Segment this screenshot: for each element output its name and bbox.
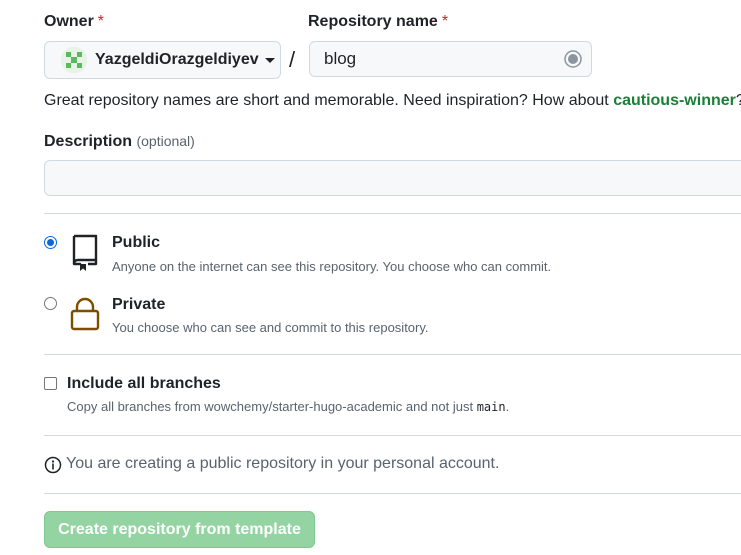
branches-desc-suffix: . [505,399,510,414]
repo-name-hint: Great repository names are short and mem… [44,92,741,110]
info-icon [44,456,62,479]
avatar [61,47,87,73]
lock-icon [69,297,101,336]
owner-required-mark: * [97,13,105,30]
password-manager-icon[interactable] [564,50,582,68]
owner-repo-separator: / [289,47,296,72]
owner-name: YazgeldiOrazgeldiyev [95,51,259,68]
description-optional-note: (optional) [136,133,195,149]
create-repository-button[interactable]: Create repository from template [44,511,315,548]
chevron-down-icon [264,57,275,63]
visibility-info-text: You are creating a public repository in … [66,455,500,472]
identicon-icon [61,47,87,73]
public-radio[interactable] [44,236,57,249]
repo-icon [70,234,100,277]
divider [44,213,741,214]
repo-name-label-text: Repository name [308,13,438,30]
repo-name-input[interactable] [309,41,592,77]
hint-end: ? [736,92,741,109]
include-branches-checkbox[interactable] [44,377,57,390]
owner-label: Owner * [44,13,104,31]
repo-name-required-mark: * [441,13,449,30]
owner-label-text: Owner [44,13,94,30]
public-description: Anyone on the internet can see this repo… [112,259,552,274]
divider [44,435,741,436]
default-branch-code: main [476,400,506,414]
branches-desc-prefix: Copy all branches from wowchemy/starter-… [67,399,477,414]
include-branches-label[interactable]: Include all branches [67,375,221,393]
divider [44,354,741,355]
hint-text: Great repository names are short and mem… [44,92,614,109]
repo-name-label: Repository name * [308,13,448,31]
public-title[interactable]: Public [112,234,160,252]
description-input[interactable] [44,160,741,196]
divider [44,493,741,494]
private-description: You choose who can see and commit to thi… [112,320,429,335]
private-title[interactable]: Private [112,296,165,314]
name-suggestion-link[interactable]: cautious-winner [613,92,736,109]
description-label-text: Description [44,133,133,150]
owner-select[interactable]: YazgeldiOrazgeldiyev [44,41,281,79]
description-label: Description (optional) [44,133,195,151]
include-branches-description: Copy all branches from wowchemy/starter-… [67,399,509,414]
private-radio[interactable] [44,297,57,310]
